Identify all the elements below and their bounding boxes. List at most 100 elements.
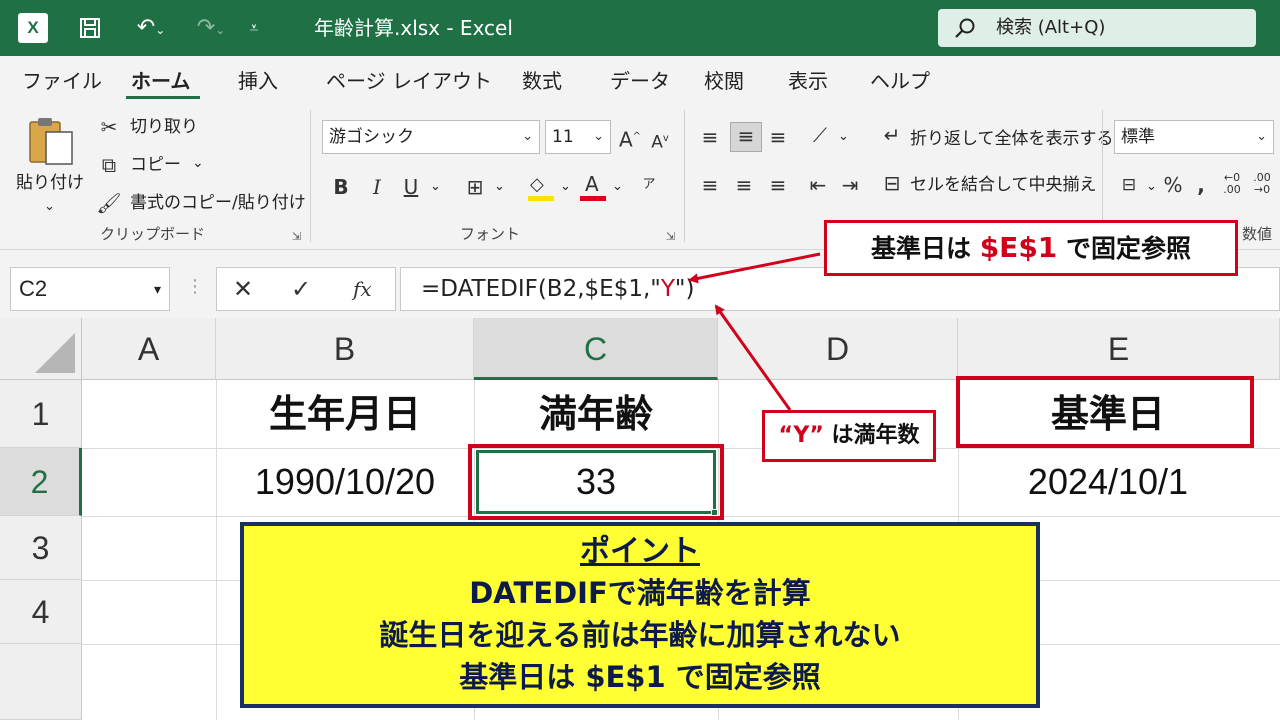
tab-insert[interactable]: 挿入 <box>238 68 278 94</box>
tab-home[interactable]: ホーム <box>131 68 190 94</box>
cancel-icon[interactable]: ✕ <box>233 274 253 304</box>
callout-y-suffix: は満年数 <box>823 423 920 448</box>
insert-function-button[interactable]: fx <box>353 274 372 304</box>
formula-y-argument: Y <box>660 276 675 302</box>
cell-b2[interactable]: 1990/10/20 <box>216 448 474 516</box>
font-launcher-icon[interactable]: ⇲ <box>666 230 675 243</box>
align-bottom-icon[interactable]: ≡ <box>766 124 790 150</box>
select-all-corner[interactable] <box>0 318 82 380</box>
point-title: ポイント <box>580 534 700 569</box>
tab-review[interactable]: 校閲 <box>704 68 744 94</box>
row-header-4[interactable]: 4 <box>0 580 82 644</box>
active-tab-indicator <box>126 96 200 99</box>
callout-ref-suffix: で固定参照 <box>1057 234 1191 263</box>
align-top-icon[interactable]: ≡ <box>698 124 722 150</box>
merge-dropdown-icon[interactable]: ⌄ <box>1080 174 1091 196</box>
merge-center-button[interactable]: セルを結合して中央揃え <box>910 174 1097 196</box>
paste-button[interactable]: 貼り付け ⌄ <box>12 114 88 224</box>
row-header-1[interactable]: 1 <box>0 380 82 448</box>
fill-color-dropdown-icon[interactable]: ⌄ <box>560 176 571 198</box>
orientation-dropdown-icon[interactable]: ⌄ <box>838 126 849 148</box>
copy-icon[interactable]: ⧉ <box>96 152 122 178</box>
align-right-icon[interactable]: ≡ <box>766 172 790 198</box>
number-format-select[interactable]: 標準 ⌄ <box>1114 120 1274 154</box>
point-line-3: 基準日は $E$1 で固定参照 <box>459 660 821 694</box>
tab-file[interactable]: ファイル <box>22 68 102 94</box>
tab-view[interactable]: 表示 <box>788 68 828 94</box>
underline-button[interactable]: U <box>400 174 422 200</box>
font-color-icon[interactable]: A <box>580 172 606 202</box>
excel-logo-icon: X <box>18 13 48 43</box>
accounting-dropdown-icon[interactable]: ⌄ <box>1146 176 1157 198</box>
chevron-down-icon: ▾ <box>153 281 161 297</box>
underline-dropdown-icon[interactable]: ⌄ <box>430 176 441 198</box>
copy-button[interactable]: コピー <box>130 154 181 176</box>
cell-e2[interactable]: 2024/10/1 <box>958 448 1258 516</box>
formula-buttons: ✕ ✓ fx <box>216 267 396 311</box>
increase-decimal-icon[interactable]: ←0.00 <box>1220 172 1244 196</box>
search-box[interactable]: 検索 (Alt+Q) <box>938 9 1256 47</box>
copy-dropdown-icon[interactable]: ⌄ <box>192 152 204 174</box>
paste-label: 貼り付け <box>16 173 84 193</box>
customize-icon[interactable]: ⩡ <box>244 12 264 44</box>
wrap-text-button[interactable]: 折り返して全体を表示する <box>910 128 1114 150</box>
row-header-3[interactable]: 3 <box>0 516 82 580</box>
tab-page-layout[interactable]: ページ レイアウト <box>326 68 492 94</box>
phonetic-guide-icon[interactable]: ア <box>638 172 660 198</box>
chevron-down-icon: ⌄ <box>522 129 533 144</box>
decrease-indent-icon[interactable]: ⇤ <box>806 172 830 198</box>
save-icon[interactable] <box>74 12 106 50</box>
align-middle-icon[interactable]: ≡ <box>730 122 762 152</box>
enter-icon[interactable]: ✓ <box>291 274 311 304</box>
tab-data[interactable]: データ <box>610 68 670 94</box>
select-all-icon <box>35 333 75 373</box>
percent-style-icon[interactable]: % <box>1160 172 1186 198</box>
callout-fixed-reference: 基準日は $E$1 で固定参照 <box>824 220 1238 276</box>
tab-help[interactable]: ヘルプ <box>870 68 930 94</box>
column-header-d[interactable]: D <box>718 318 958 380</box>
fill-color-icon[interactable]: ◇ <box>528 174 554 202</box>
borders-icon[interactable]: ⊞ <box>462 174 488 200</box>
decrease-decimal-icon[interactable]: .00 →0 <box>1250 172 1274 196</box>
font-name-select[interactable]: 游ゴシック ⌄ <box>322 120 540 154</box>
increase-font-size-icon[interactable]: A^ <box>618 124 642 153</box>
font-size-value: 11 <box>552 127 574 147</box>
name-box[interactable]: C2 ▾ <box>10 267 170 311</box>
highlight-box-c2 <box>468 444 724 520</box>
borders-dropdown-icon[interactable]: ⌄ <box>494 176 505 198</box>
redo-icon[interactable]: ↷⌄ <box>186 12 236 46</box>
clipboard-group-label: クリップボード <box>100 225 206 243</box>
column-header-c[interactable]: C <box>474 318 718 380</box>
accounting-format-icon[interactable]: ⊟ <box>1116 172 1142 198</box>
orientation-icon[interactable]: ⟋ <box>806 122 834 148</box>
name-box-value: C2 <box>19 276 48 301</box>
tab-formulas[interactable]: 数式 <box>522 68 562 94</box>
column-header-e[interactable]: E <box>958 318 1280 380</box>
bold-button[interactable]: B <box>330 174 352 200</box>
decrease-font-size-icon[interactable]: Av <box>648 126 672 156</box>
wrap-text-icon[interactable]: ↵ <box>880 122 904 148</box>
format-painter-icon[interactable]: 🖌 <box>96 190 122 216</box>
undo-icon[interactable]: ↶⌄ <box>126 12 176 46</box>
row-header-5[interactable] <box>0 644 82 720</box>
italic-button[interactable]: I <box>366 174 388 200</box>
comma-style-icon[interactable]: , <box>1192 172 1210 198</box>
clipboard-launcher-icon[interactable]: ⇲ <box>292 230 301 243</box>
cell-c1[interactable]: 満年齢 <box>474 380 718 448</box>
merge-center-icon[interactable]: ⊟ <box>880 170 904 196</box>
callout-y-highlight: “Y” <box>778 423 824 448</box>
increase-indent-icon[interactable]: ⇥ <box>838 172 862 198</box>
align-center-icon[interactable]: ≡ <box>732 172 756 198</box>
font-size-select[interactable]: 11 ⌄ <box>545 120 611 154</box>
format-painter-button[interactable]: 書式のコピー/貼り付け <box>130 192 306 214</box>
cut-button[interactable]: 切り取り <box>130 116 198 138</box>
column-header-a[interactable]: A <box>82 318 216 380</box>
align-left-icon[interactable]: ≡ <box>698 172 722 198</box>
row-header-2[interactable]: 2 <box>0 448 82 516</box>
font-color-dropdown-icon[interactable]: ⌄ <box>612 176 623 198</box>
column-header-b[interactable]: B <box>216 318 474 380</box>
cell-b1[interactable]: 生年月日 <box>216 380 474 448</box>
font-name-value: 游ゴシック <box>329 127 414 147</box>
formula-bar-grip-icon: ⋮ <box>186 276 204 297</box>
cut-icon[interactable]: ✂ <box>96 114 122 140</box>
